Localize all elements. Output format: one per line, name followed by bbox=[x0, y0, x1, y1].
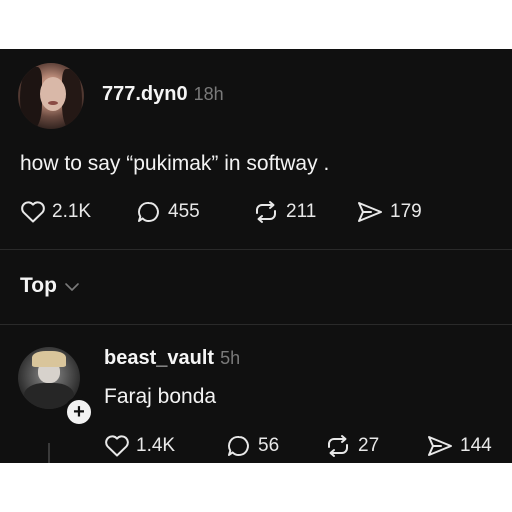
author-avatar[interactable] bbox=[18, 63, 84, 129]
sort-label: Top bbox=[20, 274, 57, 297]
threads-post-screen: 777.dyn0 18h how to say “pukimak” in soft… bbox=[0, 49, 512, 463]
repost-count: 211 bbox=[286, 201, 317, 222]
divider bbox=[0, 249, 512, 250]
send-icon bbox=[358, 202, 382, 222]
reply-like-count: 1.4K bbox=[136, 435, 176, 456]
repost-icon bbox=[328, 435, 348, 457]
post-header: 777.dyn0 18h bbox=[102, 83, 224, 106]
reply-like-button[interactable]: 1.4K bbox=[104, 434, 175, 458]
heart-icon bbox=[105, 435, 129, 457]
reply-comment-count: 56 bbox=[258, 435, 280, 456]
share-count: 179 bbox=[390, 201, 422, 222]
reply-text: Faraj bonda bbox=[104, 385, 217, 408]
author-username[interactable]: 777.dyn0 bbox=[102, 83, 188, 105]
comment-bubble-icon bbox=[138, 201, 159, 222]
comment-button[interactable]: 455 bbox=[136, 200, 200, 224]
sort-dropdown[interactable]: Top bbox=[20, 274, 81, 298]
repost-icon bbox=[256, 201, 276, 223]
like-button[interactable]: 2.1K bbox=[20, 200, 91, 224]
comment-count: 455 bbox=[168, 201, 200, 222]
comment-bubble-icon bbox=[228, 435, 249, 456]
reply-time: 5h bbox=[220, 348, 241, 368]
send-icon bbox=[428, 436, 452, 456]
reply-repost-button[interactable]: 27 bbox=[324, 434, 379, 458]
follow-plus-icon[interactable]: + bbox=[64, 397, 94, 427]
reply-comment-button[interactable]: 56 bbox=[226, 434, 279, 458]
chevron-down-icon bbox=[65, 283, 79, 291]
reply-share-button[interactable]: 144 bbox=[426, 434, 492, 458]
post-time: 18h bbox=[193, 84, 224, 104]
divider bbox=[0, 324, 512, 325]
reply-share-count: 144 bbox=[460, 435, 492, 456]
post-text: how to say “pukimak” in softway . bbox=[20, 152, 330, 175]
reply-repost-count: 27 bbox=[358, 435, 380, 456]
like-count: 2.1K bbox=[52, 201, 92, 222]
repost-button[interactable]: 211 bbox=[252, 200, 316, 224]
thread-line bbox=[48, 443, 50, 463]
reply-header: beast_vault 5h bbox=[104, 347, 240, 370]
reply-username[interactable]: beast_vault bbox=[104, 347, 214, 369]
heart-icon bbox=[21, 201, 45, 223]
share-button[interactable]: 179 bbox=[356, 200, 422, 224]
